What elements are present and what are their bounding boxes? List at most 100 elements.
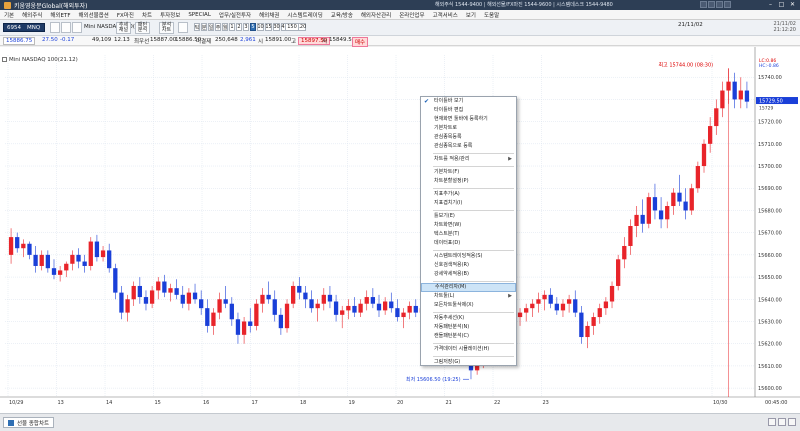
- status-button-2[interactable]: [778, 418, 786, 426]
- menu-item-14[interactable]: 고객서비스: [429, 11, 462, 19]
- status-button-3[interactable]: [788, 418, 796, 426]
- menu-item-8[interactable]: 업무/실전투자: [215, 11, 255, 19]
- context-menu-item-20[interactable]: 시스템트레이딩적용(S): [421, 252, 516, 261]
- context-menu-item-13[interactable]: 지표겹치기(I): [421, 199, 516, 208]
- layout-3-button[interactable]: [716, 1, 723, 8]
- chart-type-icon[interactable]: [50, 22, 60, 33]
- context-menu-item-12[interactable]: 지표추가(A): [421, 190, 516, 199]
- timeframe-11[interactable]: 30: [273, 23, 280, 31]
- context-menu-item-15[interactable]: 틀보기(E): [421, 212, 516, 221]
- context-menu-item-4[interactable]: 관심종목등록: [421, 133, 516, 142]
- timeframe-8[interactable]: 5: [250, 23, 256, 31]
- candlestick-chart[interactable]: 15740.0015730.0015720.0015710.0015700.00…: [0, 47, 800, 413]
- status-button-1[interactable]: [768, 418, 776, 426]
- x-tick-label: 20: [397, 400, 403, 406]
- menu-item-4[interactable]: FX마진: [113, 11, 138, 19]
- context-menu-item-7[interactable]: 차트를 적용/관리 ▶: [421, 155, 516, 164]
- menu-item-5[interactable]: 차트: [138, 11, 156, 19]
- context-menu-item-22[interactable]: 강세약세적용(B): [421, 270, 516, 279]
- timeframe-5[interactable]: 1: [229, 23, 235, 31]
- trend-channel-button[interactable]: 추세 채널: [116, 22, 131, 34]
- menu-item-11[interactable]: 교육/방송: [327, 11, 357, 19]
- menu-item-9[interactable]: 해외채권: [255, 11, 283, 19]
- context-menu-item-34[interactable]: 그림저장(G): [421, 358, 516, 367]
- context-menu-item-17[interactable]: 텍스트분(T): [421, 230, 516, 239]
- context-menu-item-9[interactable]: 기본차트(F): [421, 168, 516, 177]
- context-menu-item-10[interactable]: 차트분할설정(P): [421, 177, 516, 186]
- timeframe-2[interactable]: 일: [208, 23, 214, 31]
- context-menu-item-1[interactable]: 타이틀바 편집: [421, 106, 516, 115]
- settings-icon[interactable]: [72, 22, 82, 33]
- best-price: 15887.00: [150, 37, 177, 43]
- context-menu-item-29[interactable]: 자동패턴분석(N): [421, 323, 516, 332]
- context-menu-item-0[interactable]: ✔ 타이틀바 보기: [421, 97, 516, 106]
- context-menu-item-26[interactable]: 모든차트툴삭제(X): [421, 301, 516, 310]
- close-icon[interactable]: ✕: [788, 0, 797, 9]
- timeframe-1[interactable]: 분: [201, 23, 207, 31]
- context-menu-item-16[interactable]: 차트화면(W): [421, 221, 516, 230]
- x-tick-label: 10/30: [713, 400, 727, 406]
- menu-item-12[interactable]: 해외자산관리: [357, 11, 395, 19]
- context-menu-item-25[interactable]: 차트툴(L) ▶: [421, 292, 516, 301]
- menu-item-6[interactable]: 투자정보: [156, 11, 184, 19]
- x-tick-label: 00:45:00: [765, 400, 787, 406]
- timeframe-10[interactable]: 15: [265, 23, 272, 31]
- timeframe-3[interactable]: 주: [215, 23, 221, 31]
- context-menu-item-24[interactable]: 수식관리자(M): [421, 283, 516, 292]
- menu-separator: [433, 186, 514, 189]
- timeframe-6[interactable]: 2: [236, 23, 242, 31]
- candle-body: [82, 261, 87, 266]
- context-menu-item-32[interactable]: 가격데이터 시뮬레이션(H): [421, 345, 516, 354]
- candle-body: [254, 303, 259, 326]
- menu-item-7[interactable]: SPECIAL: [184, 12, 215, 18]
- menu-item-15[interactable]: 보기: [462, 11, 480, 19]
- open-label: 시: [258, 39, 264, 45]
- timeframe-4[interactable]: 월: [222, 23, 228, 31]
- date-picker[interactable]: 21/11/02: [678, 22, 703, 28]
- context-menu-item-28[interactable]: 자동추세선(K): [421, 314, 516, 323]
- candle-body: [560, 303, 566, 311]
- pencil-icon[interactable]: [61, 22, 71, 33]
- context-menu-item-3[interactable]: 기본차트로: [421, 124, 516, 133]
- minimize-icon[interactable]: –: [766, 0, 775, 9]
- grid-icon[interactable]: [178, 22, 188, 33]
- timeframe-0[interactable]: 틱: [194, 23, 200, 31]
- account-selector[interactable]: 6954 MNQ: [3, 23, 45, 32]
- context-menu-label: 틀보기(E): [434, 213, 455, 219]
- context-menu-item-18[interactable]: 데이터표(D): [421, 239, 516, 248]
- x-tick-label: 23: [543, 400, 549, 406]
- layout-4-button[interactable]: [724, 1, 731, 8]
- menu-item-16[interactable]: 도움말: [480, 11, 503, 19]
- chart-area[interactable]: Mini NASDAQ 100(21.12) 15740.0015730.001…: [0, 47, 800, 413]
- candle-body: [76, 254, 81, 262]
- context-menu-item-5[interactable]: 관심종목으로 등록: [421, 142, 516, 151]
- context-menu-item-21[interactable]: 신호검색적용(R): [421, 261, 516, 270]
- context-menu-item-30[interactable]: 캔들패턴분석(C): [421, 332, 516, 341]
- menu-item-2[interactable]: 해외ETF: [46, 11, 74, 19]
- menu-item-10[interactable]: 시스템트레이딩: [283, 11, 326, 19]
- menu-separator: [433, 248, 514, 251]
- analysis-chart-button[interactable]: 분석 차트: [159, 22, 174, 34]
- price-change: 27.50: [42, 37, 58, 43]
- open-interest-label: 미결제: [196, 39, 212, 45]
- menu-item-0[interactable]: 기본: [0, 11, 18, 19]
- context-menu-item-2[interactable]: 현재화면 툴바에 등록하기: [421, 115, 516, 124]
- checkbox-icon[interactable]: [2, 57, 7, 62]
- menu-item-1[interactable]: 해외주식: [18, 11, 46, 19]
- timeframe-9[interactable]: 10: [257, 23, 264, 31]
- tab-futures-chart[interactable]: 선물 종합차트: [3, 417, 55, 428]
- layout-2-button[interactable]: [708, 1, 715, 8]
- pattern-analysis-button[interactable]: 패턴 분석: [135, 22, 150, 34]
- min-price-label: 최저 15606.50 (19:25): [406, 376, 461, 383]
- maximize-icon[interactable]: □: [777, 0, 786, 9]
- context-menu-label: 현재화면 툴바에 등록하기: [434, 116, 488, 122]
- menu-item-3[interactable]: 해외선물옵션: [75, 11, 113, 19]
- menu-item-13[interactable]: 온라인업무: [395, 11, 428, 19]
- menu-separator: [433, 354, 514, 357]
- timeframe-7[interactable]: 3: [243, 23, 249, 31]
- context-menu-label: 타이틀바 보기: [434, 98, 464, 104]
- candle-body: [695, 166, 701, 189]
- count-input[interactable]: 150: [285, 23, 299, 31]
- layout-1-button[interactable]: [700, 1, 707, 8]
- buy-button[interactable]: 매수: [352, 37, 369, 47]
